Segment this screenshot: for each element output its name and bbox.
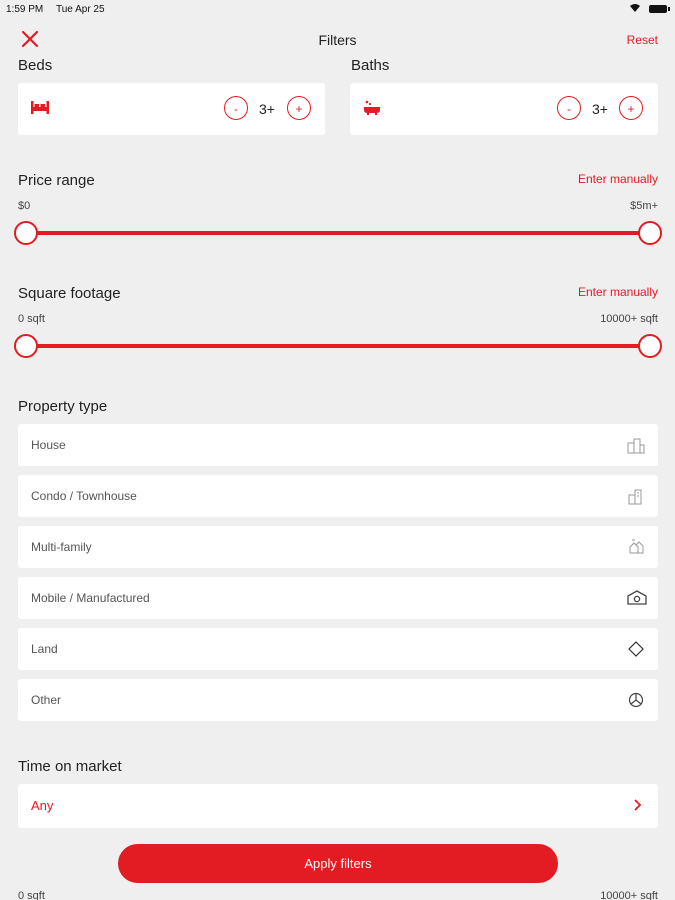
price-min-label: $0 — [18, 200, 31, 212]
beds-increment-button[interactable]: + — [287, 96, 311, 120]
baths-decrement-button[interactable]: - — [557, 96, 581, 120]
time-on-market-value: Any — [31, 798, 54, 813]
battery-icon — [649, 5, 670, 13]
beds-stepper: - 3+ + — [18, 83, 325, 135]
sqft-min-handle[interactable] — [14, 334, 38, 358]
beds-decrement-button[interactable]: - — [224, 96, 248, 120]
baths-label: Baths — [351, 57, 390, 74]
sqft-slider-track[interactable] — [26, 344, 650, 348]
baths-increment-button[interactable]: + — [619, 96, 643, 120]
chevron-right-icon — [632, 798, 642, 817]
townhouse-icon — [626, 487, 646, 505]
time-on-market-select[interactable]: Any — [18, 784, 658, 828]
baths-stepper: - 3+ + — [350, 83, 658, 135]
beds-label: Beds — [18, 57, 53, 74]
property-type-other-label: Other — [31, 693, 62, 707]
property-type-house-label: House — [31, 438, 66, 452]
sqft-max-label: 10000+ sqft — [600, 313, 658, 325]
bed-icon — [30, 99, 50, 120]
price-max-handle[interactable] — [638, 221, 662, 245]
square-footage-label: Square footage — [18, 285, 121, 302]
multi-family-icon — [626, 538, 646, 556]
status-date: Tue Apr 25 — [56, 4, 105, 15]
footer-peek-left: 0 sqft — [18, 890, 45, 900]
sqft-max-handle[interactable] — [638, 334, 662, 358]
beds-value: 3+ — [259, 101, 275, 117]
wifi-icon — [629, 3, 641, 16]
mobile-home-icon — [626, 589, 647, 607]
price-min-handle[interactable] — [14, 221, 38, 245]
property-type-condo[interactable]: Condo / Townhouse — [18, 475, 658, 517]
footer-peek-right: 10000+ sqft — [600, 890, 658, 900]
price-enter-manually-link[interactable]: Enter manually — [578, 172, 658, 186]
baths-value: 3+ — [592, 101, 608, 117]
property-type-land[interactable]: Land — [18, 628, 658, 670]
property-type-label: Property type — [18, 398, 108, 415]
filters-header: Filters Reset — [0, 22, 675, 58]
bathtub-icon — [362, 99, 382, 120]
property-type-condo-label: Condo / Townhouse — [31, 489, 137, 503]
apply-filters-button[interactable]: Apply filters — [118, 844, 558, 883]
property-type-multi-family[interactable]: Multi-family — [18, 526, 658, 568]
sqft-min-label: 0 sqft — [18, 313, 45, 325]
building-icon — [626, 436, 646, 454]
property-type-other[interactable]: Other — [18, 679, 658, 721]
property-type-mobile[interactable]: Mobile / Manufactured — [18, 577, 658, 619]
footer-peek: 0 sqft 10000+ sqft — [0, 888, 675, 900]
property-type-mobile-label: Mobile / Manufactured — [31, 591, 150, 605]
reset-button[interactable]: Reset — [627, 33, 658, 47]
property-type-house[interactable]: House — [18, 424, 658, 466]
time-on-market-label: Time on market — [18, 758, 122, 775]
price-slider-track[interactable] — [26, 231, 650, 235]
property-type-multi-family-label: Multi-family — [31, 540, 92, 554]
status-time: 1:59 PM — [6, 4, 44, 15]
price-max-label: $5m+ — [630, 200, 658, 212]
other-icon — [626, 691, 646, 709]
land-diamond-icon — [626, 640, 646, 658]
page-title: Filters — [318, 32, 357, 48]
status-bar: 1:59 PM Tue Apr 25 — [0, 0, 675, 20]
sqft-enter-manually-link[interactable]: Enter manually — [578, 285, 658, 299]
price-range-label: Price range — [18, 172, 95, 189]
property-type-land-label: Land — [31, 642, 58, 656]
